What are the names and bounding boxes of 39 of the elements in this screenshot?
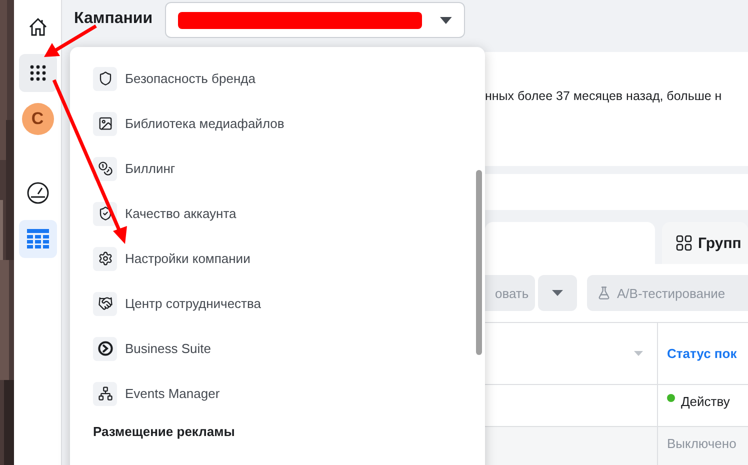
shield-icon [98, 71, 112, 86]
settings-icon [98, 251, 112, 266]
caret-icon [440, 16, 452, 24]
notice-text: нных более 37 месяцев назад, больше н [485, 89, 722, 103]
image-icon [98, 116, 112, 131]
menu-item[interactable]: Биллинг [93, 146, 485, 191]
menu-item[interactable]: Business Suite [93, 326, 485, 371]
status-text: Выключено [667, 436, 736, 451]
menu-item[interactable]: Events Manager [93, 371, 485, 416]
flask-icon [597, 286, 611, 300]
coins-icon [98, 161, 112, 176]
menu-item[interactable]: Библиотека медиафайлов [93, 101, 485, 146]
menu-item[interactable]: Качество аккаунта [93, 191, 485, 236]
sort-caret-icon [634, 351, 643, 356]
avatar[interactable]: С [22, 103, 54, 135]
tab[interactable]: Групп [662, 222, 748, 264]
table-icon [26, 229, 48, 249]
status-text: Действу [681, 394, 730, 409]
scrollbar[interactable] [476, 170, 482, 355]
caret-icon [552, 290, 563, 296]
handshake-icon [98, 296, 112, 311]
dropdown-button[interactable] [538, 275, 577, 311]
column-header[interactable]: Статус пок [667, 346, 737, 361]
nodes-icon [98, 386, 112, 401]
section-heading: Размещение рекламы [93, 424, 236, 439]
menu-item[interactable]: Безопасность бренда [93, 56, 485, 101]
menu-item[interactable]: Центр сотрудничества [93, 281, 485, 326]
grid-icon [676, 235, 692, 251]
table-button[interactable] [18, 220, 56, 258]
gauge-icon [26, 181, 50, 205]
annotation-arrow [44, 24, 97, 57]
apps-grid-icon [30, 65, 46, 81]
menu-item[interactable]: Настройки компании [93, 236, 485, 281]
page-title: Кампании [74, 10, 153, 28]
circle-logo-icon [98, 341, 112, 356]
badge-icon [98, 206, 112, 221]
account-select[interactable] [164, 2, 465, 38]
apps-button[interactable] [18, 54, 56, 92]
home-icon [28, 17, 48, 37]
